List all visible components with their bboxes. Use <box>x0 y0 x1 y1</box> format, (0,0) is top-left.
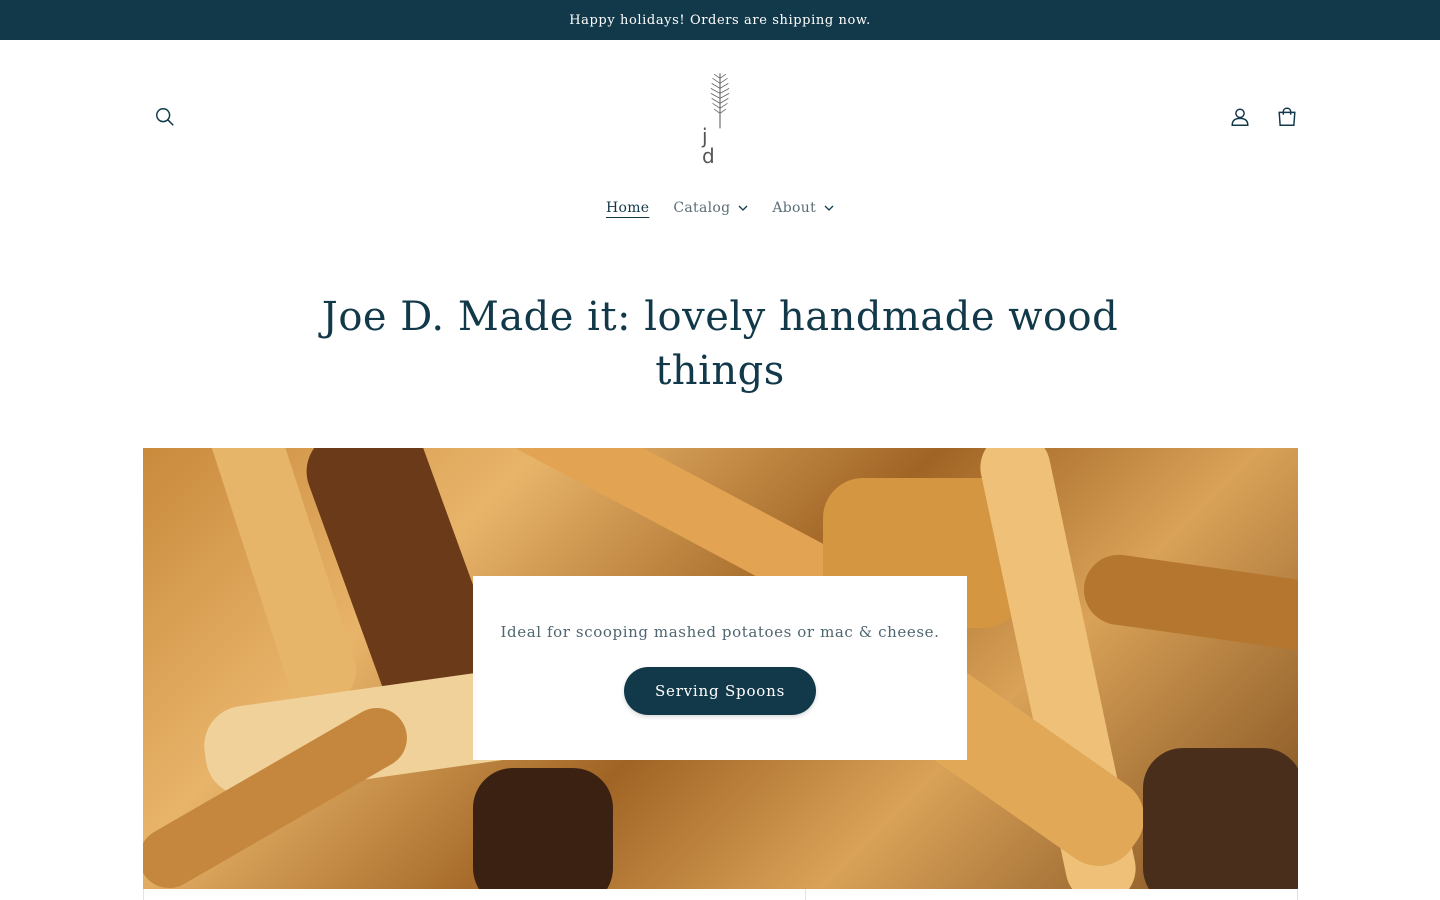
page-headline: Joe D. Made it: lovely handmade wood thi… <box>321 294 1119 394</box>
wood-spoon-shape <box>473 768 613 889</box>
wood-spoon-shape <box>1079 550 1298 656</box>
nav-item-about[interactable]: About <box>772 200 834 216</box>
pine-branch-icon <box>710 73 730 129</box>
cart-icon[interactable] <box>1270 100 1304 134</box>
nav-item-label: About <box>772 200 817 216</box>
search-icon[interactable] <box>148 100 182 134</box>
card-grid-edge <box>143 889 1298 900</box>
chevron-down-icon <box>738 205 748 211</box>
announcement-bar: Happy holidays! Orders are shipping now. <box>0 0 1440 40</box>
nav-item-catalog[interactable]: Catalog <box>673 200 748 216</box>
hero-text: Ideal for scooping mashed potatoes or ma… <box>500 623 940 641</box>
nav-item-home[interactable]: Home <box>606 200 649 216</box>
nav-item-label: Home <box>605 200 650 216</box>
logo[interactable]: j d <box>690 70 750 166</box>
card-grid-divider <box>805 889 806 900</box>
hero-card: Ideal for scooping mashed potatoes or ma… <box>473 576 967 760</box>
serving-spoons-button[interactable]: Serving Spoons <box>623 667 817 715</box>
chevron-down-icon <box>824 205 834 211</box>
nav-item-label: Catalog <box>673 200 731 216</box>
logo-text: j d <box>702 124 727 168</box>
main-nav: Home Catalog About <box>0 196 1440 220</box>
hero-banner: Ideal for scooping mashed potatoes or ma… <box>143 448 1298 889</box>
announcement-text: Happy holidays! Orders are shipping now. <box>569 12 871 28</box>
account-icon[interactable] <box>1223 100 1257 134</box>
wood-spoon-shape <box>1143 748 1298 889</box>
